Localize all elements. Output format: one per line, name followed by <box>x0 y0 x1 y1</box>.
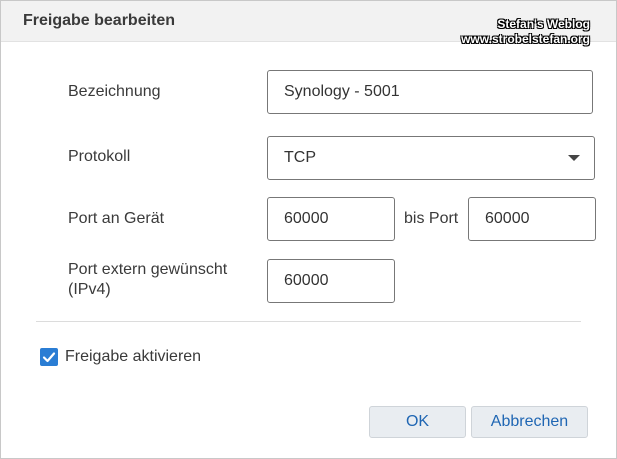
dialog-header: Freigabe bearbeiten Stefan's Weblog www.… <box>1 1 616 46</box>
watermark: Stefan's Weblog www.strobelstefan.org <box>461 17 590 47</box>
freigabe-checkbox[interactable] <box>40 348 58 366</box>
port-extern-label-line-1: Port extern gewünscht <box>68 261 228 278</box>
protokoll-label: Protokoll <box>68 148 131 165</box>
protokoll-value: TCP <box>284 149 316 166</box>
port-geraet-label: Port an Gerät <box>68 210 165 227</box>
protokoll-select[interactable]: TCP <box>267 136 595 180</box>
cancel-button[interactable]: Abbrechen <box>471 406 588 438</box>
port-geraet-from-value: 60000 <box>284 210 329 227</box>
bezeichnung-input[interactable]: Synology - 5001 <box>267 70 593 114</box>
bis-port-label: bis Port <box>404 210 459 227</box>
checkmark-icon <box>42 352 56 363</box>
port-geraet-from-input[interactable]: 60000 <box>267 197 395 241</box>
bezeichnung-label: Bezeichnung <box>68 83 161 100</box>
port-geraet-to-input[interactable]: 60000 <box>468 197 596 241</box>
dialog-title: Freigabe bearbeiten <box>23 12 176 29</box>
chevron-down-icon <box>568 155 580 161</box>
port-extern-value: 60000 <box>284 272 329 289</box>
port-extern-input[interactable]: 60000 <box>267 259 395 303</box>
port-extern-label: Port extern gewünscht (IPv4) <box>68 260 227 300</box>
freigabe-label[interactable]: Freigabe aktivieren <box>65 348 201 366</box>
port-extern-label-line-2: (IPv4) <box>68 281 111 298</box>
edit-port-forwarding-dialog: Freigabe bearbeiten Stefan's Weblog www.… <box>0 0 617 459</box>
watermark-line-2: www.strobelstefan.org <box>461 32 590 46</box>
divider <box>36 321 581 322</box>
ok-button[interactable]: OK <box>369 406 466 438</box>
watermark-line-1: Stefan's Weblog <box>497 17 590 31</box>
bezeichnung-value: Synology - 5001 <box>284 83 400 100</box>
port-geraet-to-value: 60000 <box>485 210 530 227</box>
